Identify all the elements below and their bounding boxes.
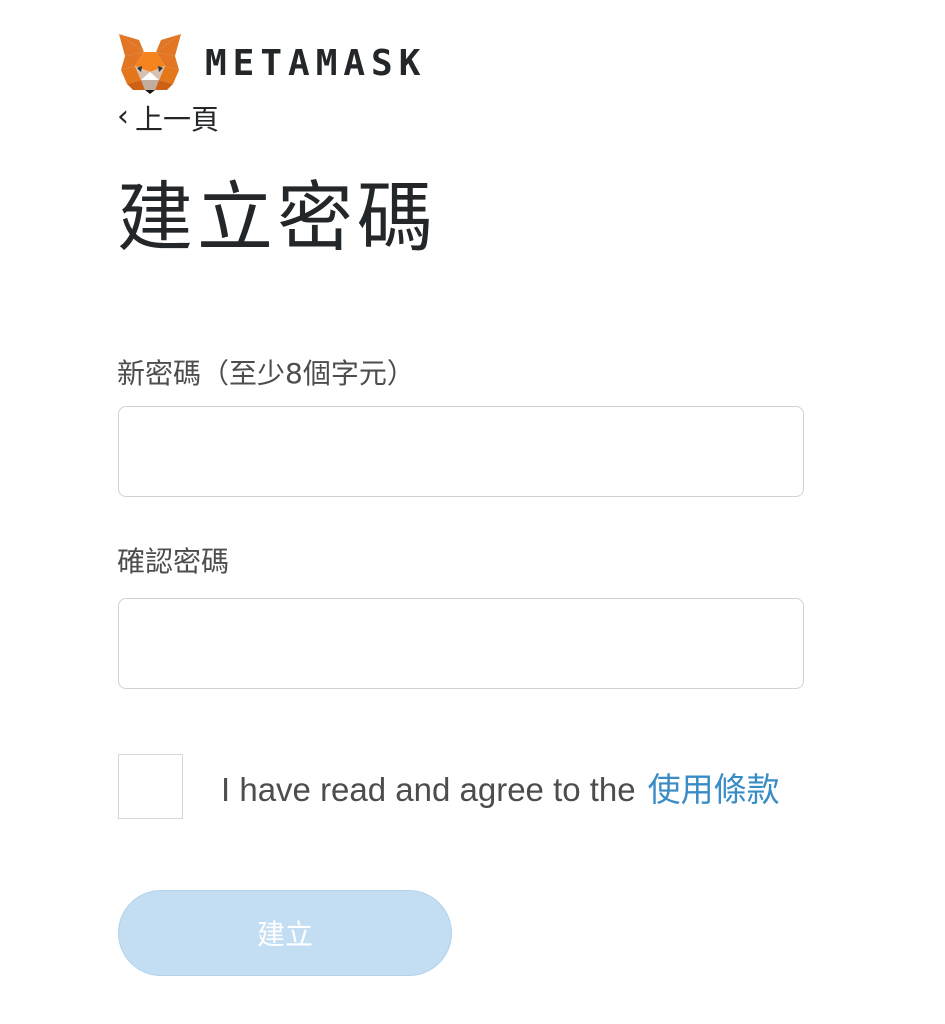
header: METAMASK [117, 32, 426, 94]
back-link-label: 上一頁 [135, 103, 220, 136]
page-title: 建立密碼 [117, 173, 437, 262]
create-button[interactable]: 建立 [118, 890, 452, 976]
metamask-fox-icon [119, 34, 181, 94]
new-password-input[interactable] [118, 406, 804, 497]
back-link[interactable]: ‹ 上一頁 [117, 98, 219, 138]
new-password-label: 新密碼（至少8個字元） [117, 357, 415, 390]
terms-of-use-link[interactable]: 使用條款 [648, 770, 780, 809]
terms-text: I have read and agree to the 使用條款 [221, 763, 780, 811]
confirm-password-input[interactable] [118, 598, 804, 689]
confirm-password-label: 確認密碼 [117, 545, 230, 578]
terms-statement: I have read and agree to the [221, 770, 636, 808]
terms-row: I have read and agree to the 使用條款 [118, 754, 780, 819]
chevron-left-icon: ‹ [117, 99, 129, 134]
brand-wordmark: METAMASK [205, 43, 427, 84]
terms-checkbox[interactable] [118, 754, 183, 819]
